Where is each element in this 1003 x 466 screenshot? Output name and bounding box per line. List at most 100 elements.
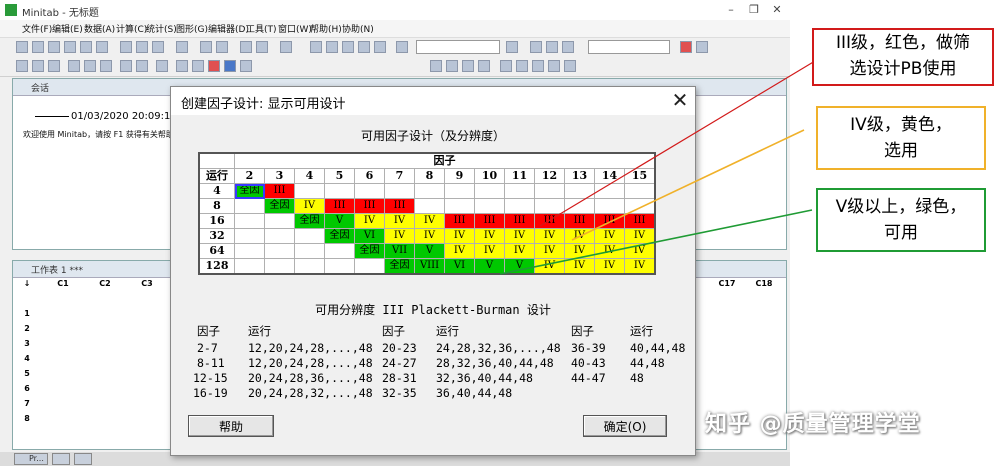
toolbar-icon[interactable] (216, 41, 228, 53)
design-cell[interactable]: IV (444, 243, 475, 259)
design-cell[interactable]: IV (534, 228, 565, 244)
menu-calc[interactable]: 计算(C) (116, 22, 147, 35)
maximize-icon[interactable]: ❐ (743, 2, 765, 18)
toolbar-icon[interactable] (192, 60, 204, 72)
design-cell[interactable]: V (414, 243, 445, 259)
design-cell[interactable]: III (384, 198, 415, 214)
design-cell[interactable] (234, 228, 265, 244)
design-cell[interactable] (504, 183, 535, 199)
design-cell[interactable] (354, 183, 385, 199)
design-cell[interactable] (594, 183, 625, 199)
toolbar-icon[interactable] (326, 41, 338, 53)
design-cell[interactable] (504, 198, 535, 214)
design-cell[interactable]: IV (504, 243, 535, 259)
design-cell[interactable]: IV (534, 243, 565, 259)
design-cell[interactable] (444, 183, 475, 199)
row-header[interactable]: 6 (15, 384, 39, 399)
design-cell[interactable]: III (594, 213, 625, 229)
close-icon[interactable]: ✕ (669, 89, 691, 111)
menu-stat[interactable]: 统计(S) (146, 22, 177, 35)
toolbar-icon[interactable] (562, 41, 574, 53)
print-icon[interactable] (48, 60, 60, 72)
column-header[interactable]: C18 (749, 279, 779, 294)
design-cell[interactable] (324, 243, 355, 259)
toolbar-combo[interactable] (416, 40, 500, 54)
toolbar-icon[interactable] (342, 41, 354, 53)
toolbar-icon[interactable] (240, 60, 252, 72)
design-cell[interactable]: IV (564, 228, 595, 244)
menu-file[interactable]: 文件(F) (22, 22, 52, 35)
toolbar-icon[interactable] (176, 41, 188, 53)
toolbar-icon[interactable] (48, 41, 60, 53)
design-cell[interactable] (234, 258, 265, 275)
toolbar-icon[interactable] (462, 60, 474, 72)
row-header[interactable]: 7 (15, 399, 39, 414)
design-cell[interactable] (534, 183, 565, 199)
menu-editor[interactable]: 编辑器(D) (208, 22, 249, 35)
toolbar-icon[interactable] (96, 41, 108, 53)
design-cell[interactable] (624, 183, 656, 199)
design-cell[interactable] (534, 198, 565, 214)
menu-data[interactable]: 数据(A) (84, 22, 115, 35)
toolbar-icon[interactable] (374, 41, 386, 53)
design-cell[interactable] (354, 258, 385, 275)
toolbar-icon[interactable] (280, 41, 292, 53)
design-cell[interactable]: 全因 (234, 183, 265, 199)
design-cell[interactable]: VII (384, 243, 415, 259)
design-cell[interactable]: 全因 (354, 243, 385, 259)
design-cell[interactable]: III (354, 198, 385, 214)
design-cell[interactable]: IV (564, 243, 595, 259)
toolbar-combo[interactable] (588, 40, 670, 54)
toolbar-icon[interactable] (546, 41, 558, 53)
menu-edit[interactable]: 编辑(E) (52, 22, 83, 35)
redo-icon[interactable] (136, 60, 148, 72)
design-cell[interactable]: IV (504, 228, 535, 244)
design-cell[interactable] (564, 198, 595, 214)
row-header[interactable]: 5 (15, 369, 39, 384)
toolbar-icon[interactable] (64, 41, 76, 53)
column-header[interactable]: C3 (127, 279, 167, 294)
design-cell[interactable]: III (324, 198, 355, 214)
design-cell[interactable] (414, 183, 445, 199)
design-cell[interactable]: IV (594, 243, 625, 259)
design-cell[interactable]: IV (414, 228, 445, 244)
design-cell[interactable] (234, 198, 265, 214)
open-icon[interactable] (16, 60, 28, 72)
menu-help[interactable]: 帮助(H) (310, 22, 342, 35)
design-cell[interactable] (294, 183, 325, 199)
design-cell[interactable]: IV (624, 258, 656, 275)
column-corner[interactable]: ↓ (15, 279, 39, 294)
design-cell[interactable]: III (624, 213, 656, 229)
design-cell[interactable] (264, 243, 295, 259)
row-header[interactable]: 2 (15, 324, 39, 339)
design-cell[interactable] (234, 243, 265, 259)
help-icon[interactable] (224, 60, 236, 72)
design-cell[interactable] (264, 228, 295, 244)
design-cell[interactable]: IV (624, 228, 656, 244)
ok-button[interactable]: 确定(O) (583, 415, 667, 437)
design-cell[interactable]: IV (294, 198, 325, 214)
design-cell[interactable]: IV (354, 213, 385, 229)
menu-assist[interactable]: 协助(N) (342, 22, 374, 35)
design-cell[interactable] (294, 228, 325, 244)
taskbar-tab[interactable] (52, 453, 70, 465)
design-cell[interactable]: III (504, 213, 535, 229)
design-cell[interactable] (234, 213, 265, 229)
design-cell[interactable]: IV (594, 258, 625, 275)
taskbar-tab-project[interactable]: Pr... (14, 453, 48, 465)
toolbar-icon[interactable] (156, 60, 168, 72)
design-cell[interactable]: III (444, 213, 475, 229)
toolbar-icon[interactable] (176, 60, 188, 72)
design-cell[interactable]: III (474, 213, 505, 229)
menu-window[interactable]: 窗口(W) (278, 22, 312, 35)
toolbar-icon[interactable] (516, 60, 528, 72)
toolbar-icon[interactable] (200, 41, 212, 53)
design-cell[interactable]: V (504, 258, 535, 275)
toolbar-icon[interactable] (16, 41, 28, 53)
design-cell[interactable] (414, 198, 445, 214)
design-cell[interactable] (444, 198, 475, 214)
design-cell[interactable]: 全因 (384, 258, 415, 275)
stop-icon[interactable] (208, 60, 220, 72)
cut-icon[interactable] (68, 60, 80, 72)
design-cell[interactable]: IV (564, 258, 595, 275)
